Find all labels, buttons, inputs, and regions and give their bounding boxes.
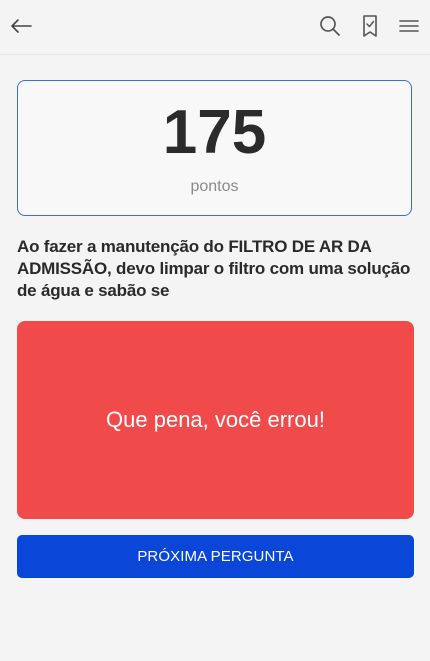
result-feedback-box: Que pena, você errou! <box>17 321 414 519</box>
bookmark-check-icon[interactable] <box>355 11 385 41</box>
score-value: 175 <box>162 98 267 167</box>
next-question-button[interactable]: PRÓXIMA PERGUNTA <box>17 535 414 578</box>
score-unit-label: pontos <box>190 178 239 195</box>
result-message: Que pena, você errou! <box>106 407 325 432</box>
menu-icon[interactable] <box>394 11 424 41</box>
score-card: 175 pontos <box>17 80 412 216</box>
back-arrow-icon[interactable] <box>6 11 36 41</box>
search-icon[interactable] <box>315 11 345 41</box>
next-question-label: PRÓXIMA PERGUNTA <box>137 548 294 565</box>
question-text: Ao fazer a manutenção do FILTRO DE AR DA… <box>17 237 411 300</box>
top-bar <box>0 0 430 55</box>
